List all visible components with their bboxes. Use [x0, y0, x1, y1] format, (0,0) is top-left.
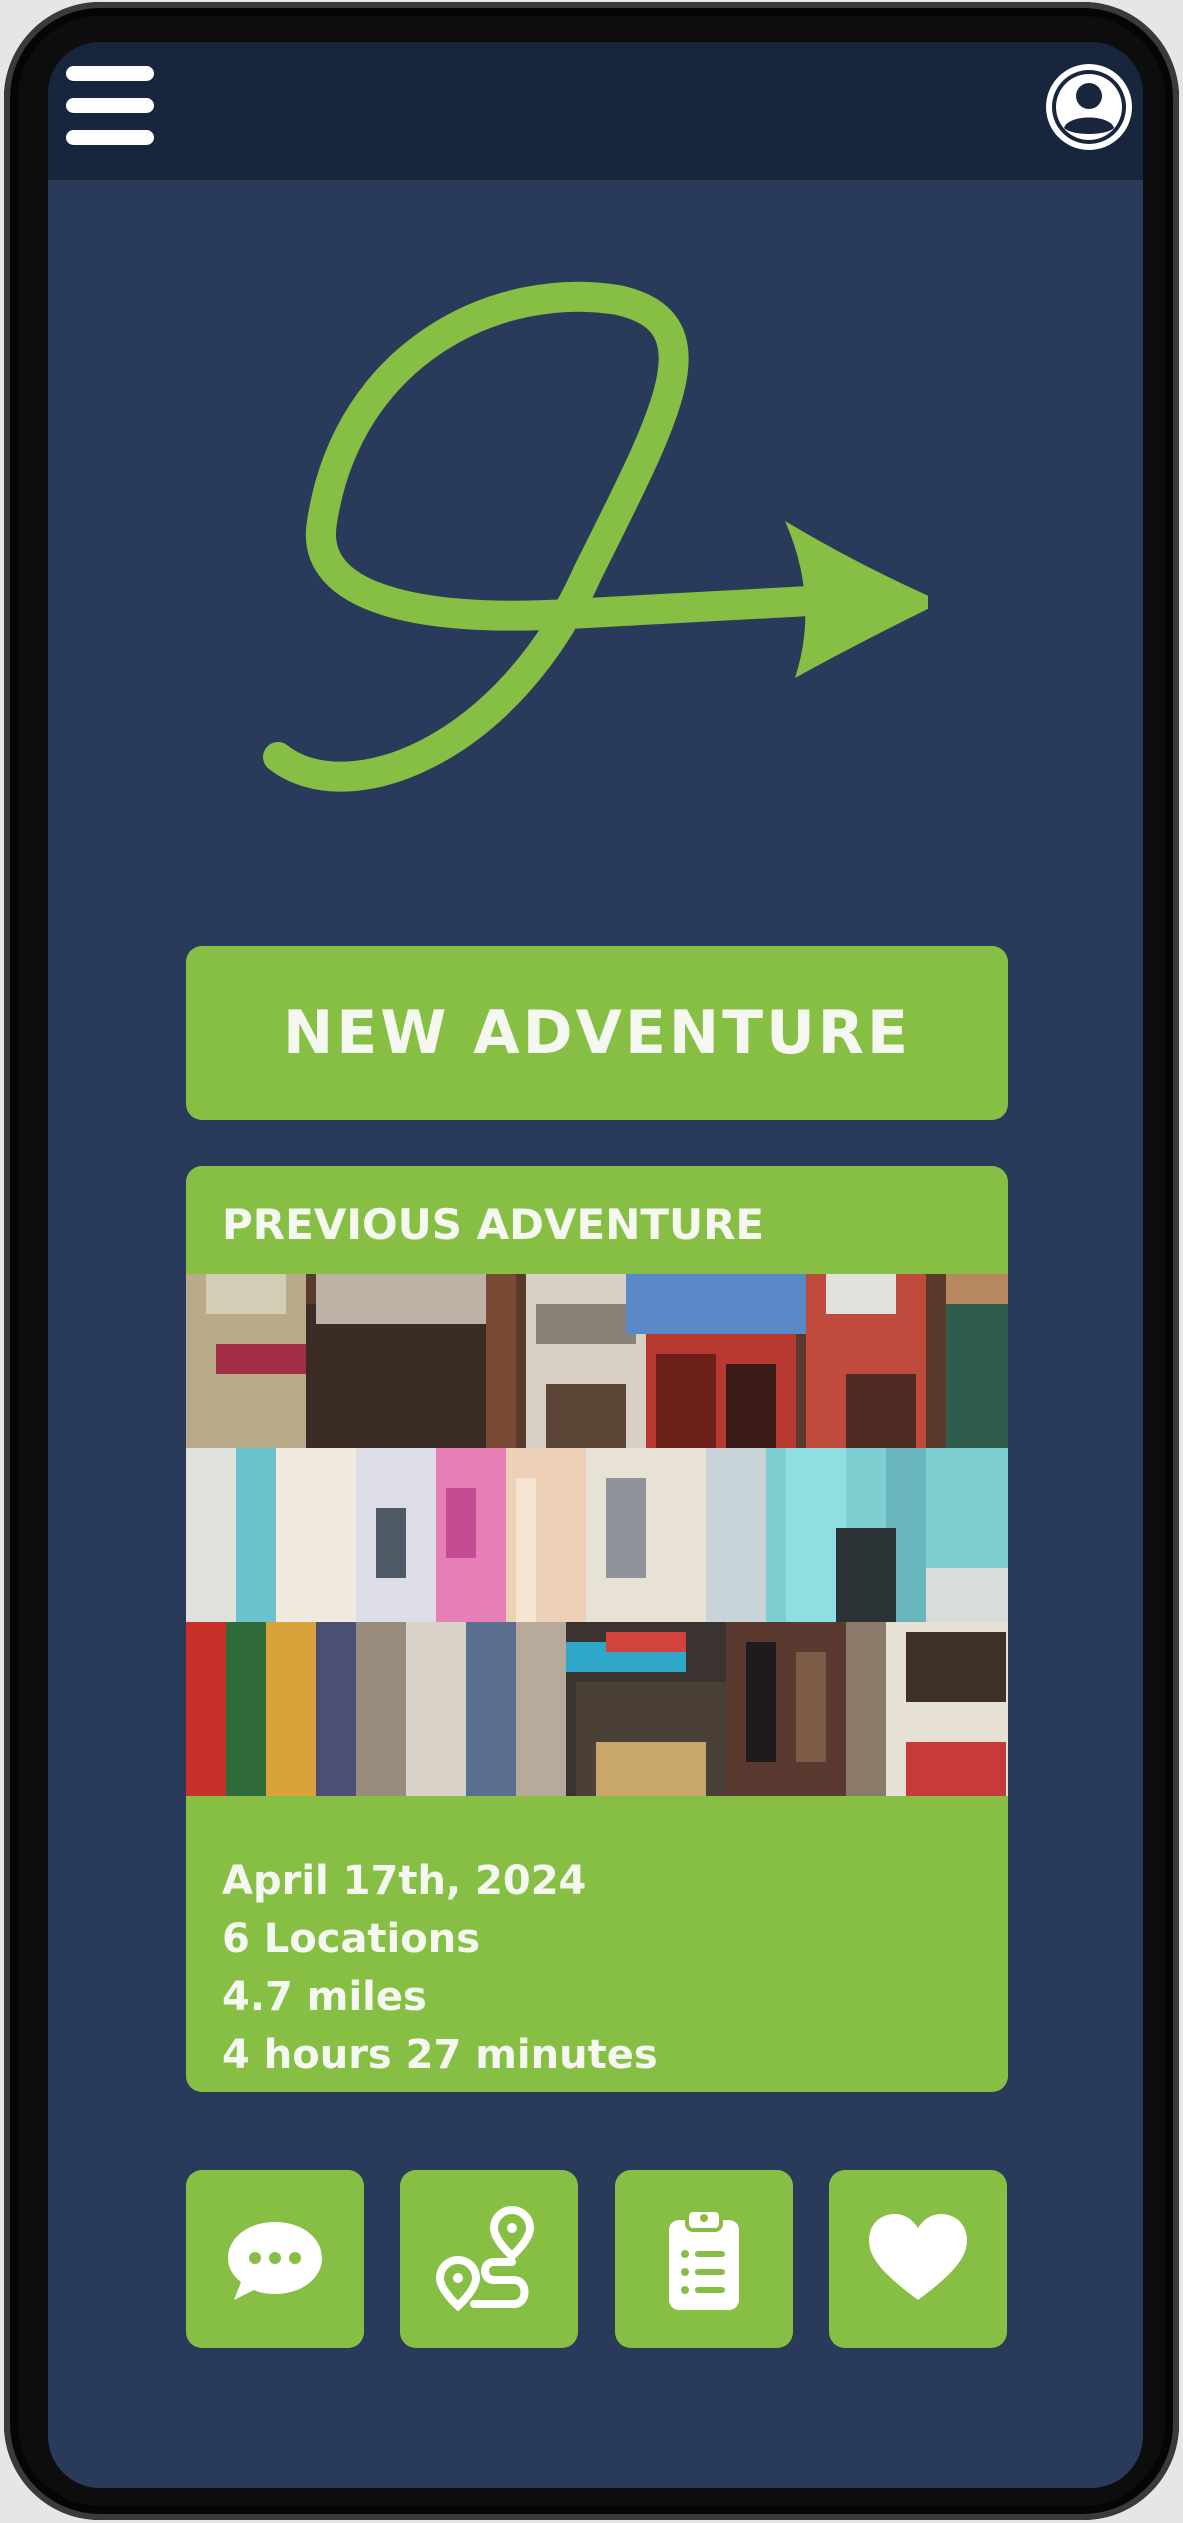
adventure-distance: 4.7 miles [222, 1974, 427, 2020]
adventure-stats: April 17th, 2024 6 Locations 4.7 miles 4… [222, 1852, 658, 2084]
user-profile-icon[interactable] [1044, 62, 1134, 152]
street-storefronts-photo [186, 1274, 1008, 1448]
route-button[interactable] [400, 2170, 578, 2348]
clipboard-list-icon [669, 2208, 739, 2310]
chat-button[interactable] [186, 2170, 364, 2348]
new-adventure-button[interactable]: NEW ADVENTURE [186, 946, 1008, 1120]
route-icon [435, 2205, 535, 2312]
adventure-duration: 4 hours 27 minutes [222, 2032, 658, 2078]
phone-frame: NEW ADVENTURE PREVIOUS ADVENTURE April 1… [4, 2, 1179, 2520]
chat-bubble-icon [228, 2222, 322, 2300]
previous-adventure-card[interactable]: PREVIOUS ADVENTURE April 17th, 2024 6 Lo… [186, 1166, 1008, 2092]
adventure-locations: 6 Locations [222, 1916, 481, 1962]
checklist-button[interactable] [615, 2170, 793, 2348]
app-screen: NEW ADVENTURE PREVIOUS ADVENTURE April 1… [48, 42, 1143, 2488]
pastel-houses-photo [186, 1448, 1008, 1622]
looping-arrow-logo [248, 272, 942, 872]
market-stalls-photo [186, 1622, 1008, 1796]
hamburger-menu-icon[interactable] [66, 66, 154, 146]
top-bar [48, 42, 1143, 180]
heart-icon [869, 2214, 967, 2300]
previous-adventure-title: PREVIOUS ADVENTURE [222, 1200, 765, 1249]
adventure-date: April 17th, 2024 [222, 1858, 587, 1904]
favorites-button[interactable] [829, 2170, 1007, 2348]
